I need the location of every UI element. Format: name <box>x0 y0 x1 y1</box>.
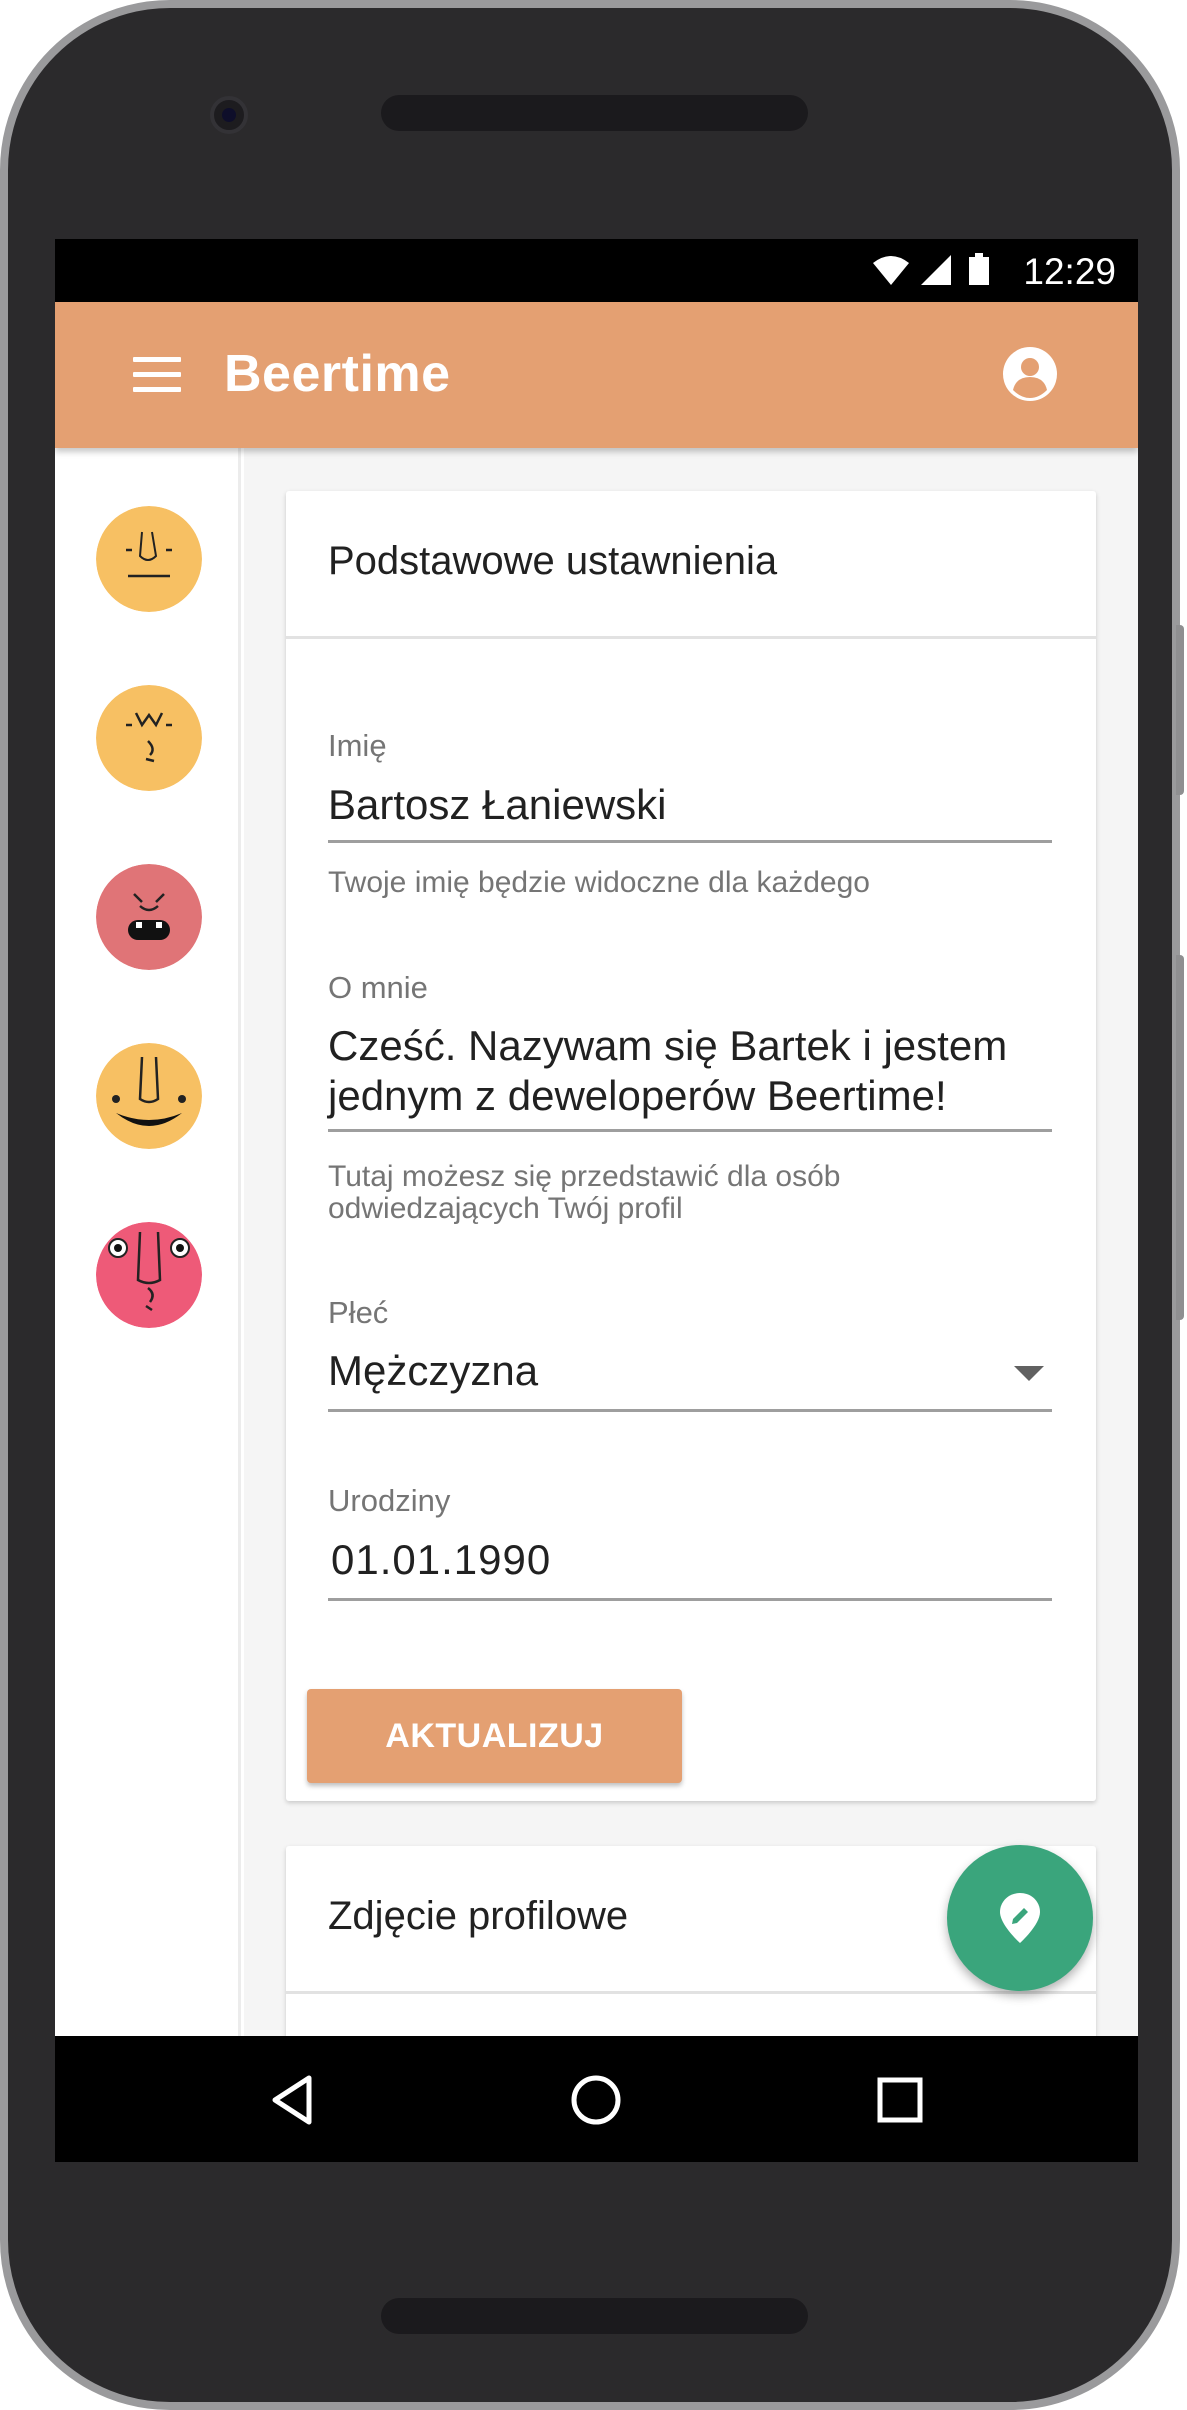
location-fab[interactable] <box>947 1845 1093 1991</box>
power-button <box>1176 625 1184 795</box>
menu-icon[interactable] <box>133 357 181 393</box>
volume-button <box>1176 955 1184 1320</box>
screen: 12:29 Beertime Podstawowe ustawnienia Im… <box>55 239 1138 2162</box>
about-hint: Tutaj możesz się przedstawić dla osób od… <box>328 1160 841 1225</box>
gender-underline <box>328 1409 1052 1412</box>
name-underline <box>328 840 1052 843</box>
name-input[interactable]: Bartosz Łaniewski <box>328 780 1052 830</box>
status-bar: 12:29 <box>55 239 1138 302</box>
sidebar-avatar-1[interactable] <box>96 506 202 612</box>
account-circle-icon[interactable] <box>1002 346 1058 402</box>
gender-select[interactable]: Mężczyzna <box>328 1346 1052 1396</box>
status-time: 12:29 <box>1023 251 1116 292</box>
wifi-icon <box>873 256 909 285</box>
signal-icon <box>921 255 951 285</box>
name-hint: Twoje imię będzie widoczne dla każdego <box>328 866 870 899</box>
about-label: O mnie <box>328 970 428 1005</box>
location-pin-icon <box>1000 1893 1040 1943</box>
chevron-down-icon[interactable] <box>1014 1366 1044 1381</box>
basic-settings-card: Podstawowe ustawnienia Imię Bartosz Łani… <box>286 491 1096 1801</box>
name-label: Imię <box>328 728 387 763</box>
app-bar: Beertime <box>55 302 1138 448</box>
sidebar <box>55 448 241 2162</box>
system-nav-bar <box>55 2036 1138 2162</box>
back-triangle-icon[interactable] <box>265 2072 321 2128</box>
app-title: Beertime <box>224 345 451 403</box>
home-circle-icon[interactable] <box>568 2072 624 2128</box>
update-button[interactable]: AKTUALIZUJ <box>307 1689 682 1783</box>
basic-settings-header: Podstawowe ustawnienia <box>286 491 1096 639</box>
gender-label: Płeć <box>328 1295 389 1330</box>
about-input[interactable]: Cześć. Nazywam się Bartek i jestem jedny… <box>328 1021 1052 1121</box>
basic-settings-title: Podstawowe ustawnienia <box>328 539 778 583</box>
profile-photo-title: Zdjęcie profilowe <box>328 1894 629 1938</box>
birthday-underline <box>328 1598 1052 1601</box>
sidebar-avatar-4[interactable] <box>96 1043 202 1149</box>
sidebar-avatar-5[interactable] <box>96 1222 202 1328</box>
bottom-speaker <box>381 2298 808 2334</box>
battery-icon <box>969 253 989 285</box>
front-camera <box>210 96 248 134</box>
recents-square-icon[interactable] <box>872 2072 928 2128</box>
top-speaker <box>381 95 808 131</box>
sidebar-avatar-3[interactable] <box>96 864 202 970</box>
birthday-label: Urodziny <box>328 1483 451 1518</box>
phone-frame: 12:29 Beertime Podstawowe ustawnienia Im… <box>0 0 1180 2410</box>
birthday-input[interactable]: 01.01.1990 <box>331 1535 1055 1585</box>
sidebar-avatar-2[interactable] <box>96 685 202 791</box>
about-underline <box>328 1129 1052 1132</box>
